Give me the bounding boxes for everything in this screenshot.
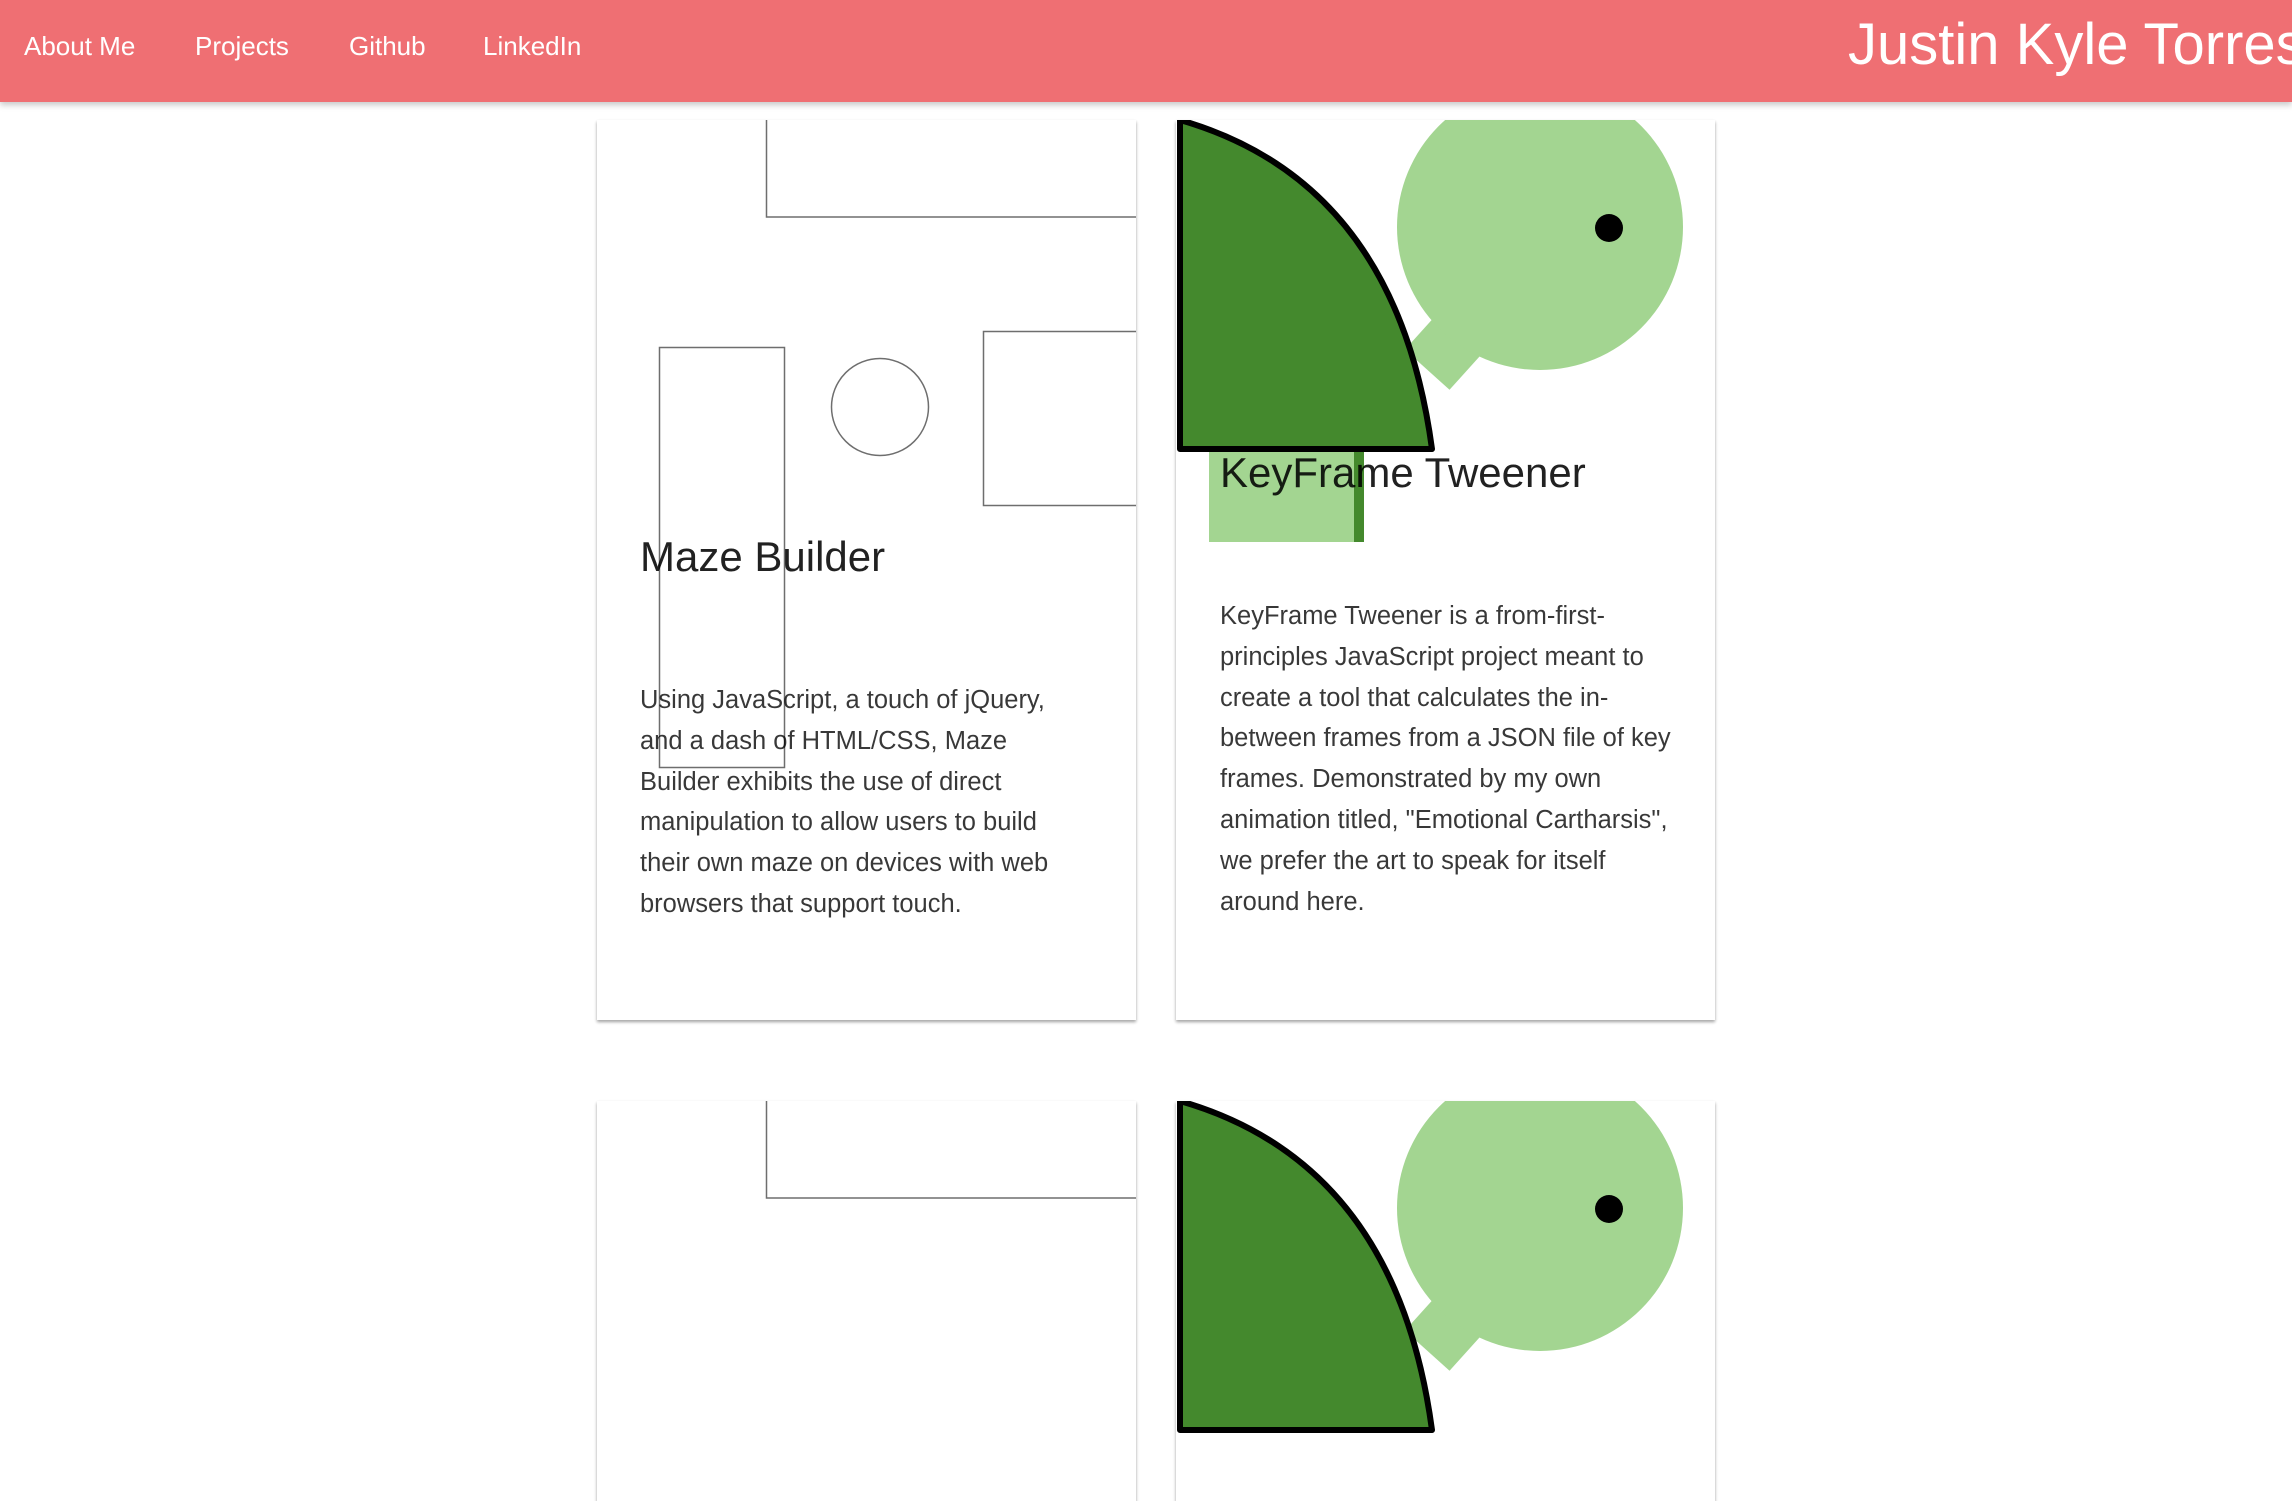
top-navbar: About Me Projects Github LinkedIn Justin…: [0, 0, 2292, 102]
project-card-keyframe-tweener-row2[interactable]: [1176, 1101, 1715, 1501]
nav-link-linkedin[interactable]: LinkedIn: [483, 30, 581, 62]
project-card-keyframe-tweener[interactable]: KeyFrame Tweener KeyFrame Tweener is a f…: [1176, 120, 1715, 1020]
eye-dot: [1595, 1195, 1623, 1223]
maze-wall-top: [765, 1101, 1136, 1199]
card-description: KeyFrame Tweener is a from-first-princip…: [1220, 602, 1671, 916]
maze-wall-right: [982, 330, 1136, 507]
maze-wall-top: [765, 120, 1136, 218]
green-quarter-circle-shape: [1177, 120, 1435, 452]
card-title: KeyFrame Tweener: [1220, 449, 1586, 496]
site-brand-name[interactable]: Justin Kyle Torres: [1848, 10, 2292, 80]
eye-dot: [1595, 214, 1623, 242]
project-card-maze-builder-row2[interactable]: [597, 1101, 1136, 1501]
card-title: Maze Builder: [640, 533, 886, 580]
maze-builder-illustration: [765, 1101, 1136, 1199]
nav-link-github[interactable]: Github: [349, 30, 426, 62]
green-quarter-circle-shape: [1177, 1101, 1435, 1433]
maze-player-circle: [830, 357, 930, 457]
nav-link-projects[interactable]: Projects: [195, 30, 289, 62]
nav-link-about-me[interactable]: About Me: [24, 30, 135, 62]
project-card-maze-builder[interactable]: Maze Builder Using JavaScript, a touch o…: [597, 120, 1136, 1020]
card-description: Using JavaScript, a touch of jQuery, and…: [640, 686, 1049, 918]
keyframe-tweener-illustration: [1177, 1101, 1683, 1433]
